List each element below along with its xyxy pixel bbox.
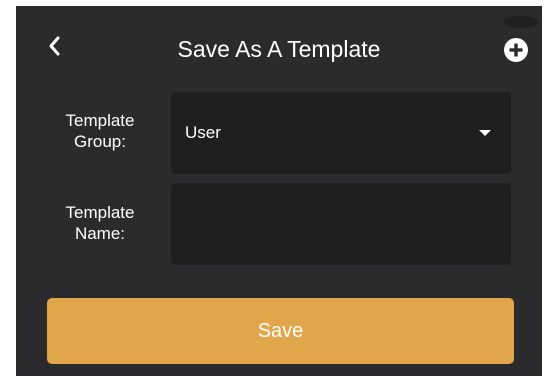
template-name-label: Template Name: xyxy=(65,203,135,243)
save-button[interactable]: Save xyxy=(47,298,514,364)
header-bar: Save As A Template xyxy=(16,6,542,86)
caret-down-icon xyxy=(479,130,491,136)
save-template-screen: Save As A Template Template Group: User … xyxy=(16,6,542,376)
template-name-field[interactable] xyxy=(171,183,511,265)
template-group-select[interactable]: User xyxy=(171,92,511,174)
add-template-button[interactable] xyxy=(503,37,529,63)
plus-circle-icon xyxy=(503,38,529,67)
template-group-value: User xyxy=(185,123,221,142)
page-title: Save As A Template xyxy=(177,36,381,62)
template-group-label: Template Group: xyxy=(65,111,135,151)
